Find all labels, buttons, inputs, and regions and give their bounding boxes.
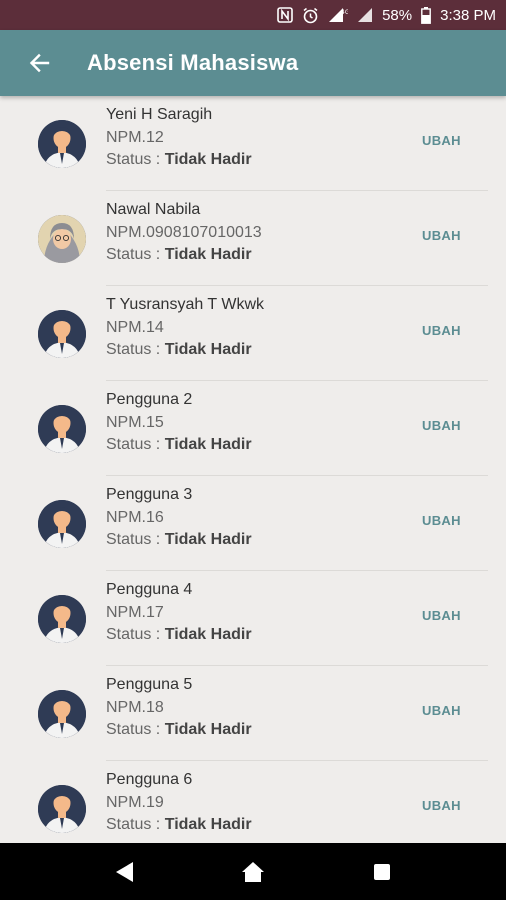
list-item: T Yusransyah T Wkwk NPM.14 Status : Tidak … [0,268,506,381]
signal-icon: 4G [328,7,348,23]
student-name: Pengguna 4 [106,581,193,598]
nfc-icon [277,7,293,23]
student-npm: NPM.0908107010013 [106,224,262,241]
student-npm: NPM.12 [106,129,164,146]
edit-button[interactable]: UBAH [422,703,461,718]
status-value: Tidak Hadir [164,436,252,453]
clock: 3:38 PM [440,6,496,24]
edit-button[interactable]: UBAH [422,418,461,433]
status-label: Status : [106,436,165,453]
status-label: Status : [106,246,165,263]
attendance-status: Status : Tidak Hadir [106,626,252,644]
status-bar: 4G 58% 3:38 PM [0,0,506,30]
status-value: Tidak Hadir [164,721,252,738]
status-value: Tidak Hadir [164,341,252,358]
navigation-bar [0,843,506,900]
nav-home-button[interactable] [223,843,283,900]
signal-2-icon [357,7,373,23]
student-name: Pengguna 6 [106,771,193,788]
avatar [38,120,86,168]
status-label: Status : [106,721,165,738]
battery-icon [421,6,432,24]
triangle-back-icon [116,861,134,882]
student-npm: NPM.17 [106,604,164,621]
page-title: Absensi Mahasiswa [87,50,299,75]
student-name: Yeni H Saragih [106,106,213,123]
app-bar: Absensi Mahasiswa [0,30,506,96]
status-value: Tidak Hadir [164,626,252,643]
home-icon [241,861,264,882]
avatar [38,690,86,738]
status-value: Tidak Hadir [164,531,252,548]
back-button[interactable] [0,30,78,96]
nav-back-button[interactable] [94,843,154,900]
nav-recents-button[interactable] [352,843,412,900]
avatar [38,310,86,358]
student-name: Nawal Nabila [106,201,201,218]
student-npm: NPM.19 [106,794,164,811]
status-value: Tidak Hadir [164,246,252,263]
square-icon [373,863,390,880]
attendance-status: Status : Tidak Hadir [106,246,252,264]
list-item: Yeni H Saragih NPM.12 Status : Tidak Hadir… [0,96,506,191]
student-list: Yeni H Saragih NPM.12 Status : Tidak Hadir… [0,96,506,843]
list-item: Pengguna 4 NPM.17 Status : Tidak Hadir UBAH [0,553,506,666]
avatar [38,405,86,453]
attendance-status: Status : Tidak Hadir [106,151,252,169]
alarm-icon [302,7,319,24]
attendance-status: Status : Tidak Hadir [106,531,252,549]
list-item: Pengguna 2 NPM.15 Status : Tidak Hadir UBAH [0,363,506,476]
list-item: Pengguna 3 NPM.16 Status : Tidak Hadir UBAH [0,458,506,571]
edit-button[interactable]: UBAH [422,228,461,243]
status-label: Status : [106,626,165,643]
edit-button[interactable]: UBAH [422,608,461,623]
student-name: T Yusransyah T Wkwk [106,296,264,313]
edit-button[interactable]: UBAH [422,133,461,148]
attendance-status: Status : Tidak Hadir [106,341,252,359]
list-item: Nawal Nabila NPM.0908107010013 Status : Ti… [0,173,506,286]
avatar [38,215,86,263]
status-value: Tidak Hadir [164,151,252,168]
edit-button[interactable]: UBAH [422,513,461,528]
edit-button[interactable]: UBAH [422,798,461,813]
attendance-status: Status : Tidak Hadir [106,436,252,454]
status-label: Status : [106,151,165,168]
status-label: Status : [106,816,165,833]
battery-percent: 58% [382,6,413,24]
student-name: Pengguna 2 [106,391,193,408]
list-item: Pengguna 6 NPM.19 Status : Tidak Hadir UBAH [0,743,506,838]
status-value: Tidak Hadir [164,816,252,833]
student-npm: NPM.18 [106,699,164,716]
list-item: Pengguna 5 NPM.18 Status : Tidak Hadir UBAH [0,648,506,761]
avatar [38,500,86,548]
student-npm: NPM.16 [106,509,164,526]
status-label: Status : [106,341,165,358]
avatar [38,785,86,833]
arrow-left-icon [29,53,50,73]
student-npm: NPM.15 [106,414,164,431]
avatar [38,595,86,643]
attendance-status: Status : Tidak Hadir [106,721,252,739]
svg-text:4G: 4G [341,9,348,16]
edit-button[interactable]: UBAH [422,323,461,338]
student-npm: NPM.14 [106,319,164,336]
student-name: Pengguna 5 [106,676,193,693]
student-name: Pengguna 3 [106,486,193,503]
attendance-status: Status : Tidak Hadir [106,816,252,834]
status-label: Status : [106,531,165,548]
